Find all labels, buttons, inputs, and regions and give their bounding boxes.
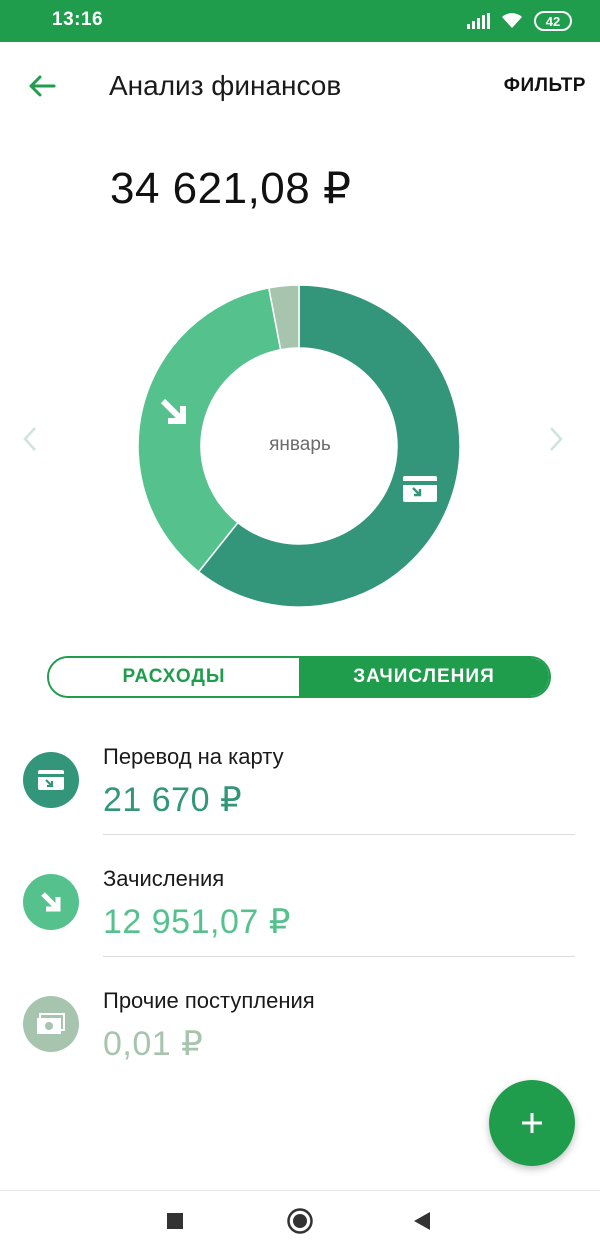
expense-income-toggle: РАСХОДЫ ЗАЧИСЛЕНИЯ (47, 656, 551, 698)
signal-icon (467, 13, 490, 29)
category-name: Перевод на карту (103, 744, 284, 769)
category-name: Прочие поступления (103, 988, 315, 1013)
donut-slice-2[interactable] (137, 286, 282, 573)
back-button[interactable] (22, 66, 62, 106)
wifi-icon (502, 13, 522, 28)
next-month-button[interactable] (548, 425, 578, 465)
cash-icon (37, 1013, 65, 1034)
category-icon-bg (23, 874, 79, 930)
status-icons: 42 (467, 9, 572, 33)
divider (103, 956, 575, 957)
status-time: 13:16 (52, 9, 104, 30)
donut-chart[interactable]: январь (0, 270, 600, 620)
page-title: Анализ финансов (109, 70, 342, 101)
total-amount: 34 621,08 ₽ (110, 164, 352, 213)
recents-button[interactable] (158, 1204, 192, 1238)
list-item-other-income[interactable]: Прочие поступления 0,01 ₽ (0, 964, 600, 1086)
battery-icon: 42 (534, 11, 572, 31)
filter-button[interactable]: ФИЛЬТР (504, 75, 586, 97)
chevron-left-icon (23, 427, 36, 451)
home-button[interactable] (283, 1204, 317, 1238)
list-item-card-transfer[interactable]: Перевод на карту 21 670 ₽ (0, 720, 600, 842)
add-button[interactable] (489, 1080, 575, 1166)
triangle-back-icon (414, 1212, 430, 1230)
status-bar: 13:16 42 (0, 0, 600, 42)
system-nav-bar (0, 1190, 600, 1250)
tab-expenses[interactable]: РАСХОДЫ (49, 658, 299, 696)
back-nav-button[interactable] (405, 1204, 439, 1238)
card-transfer-icon (403, 476, 437, 502)
battery-level: 42 (545, 13, 561, 29)
category-amount: 12 951,07 ₽ (103, 903, 291, 941)
category-icon-bg (23, 752, 79, 808)
arrow-left-icon (29, 75, 56, 97)
category-icon-bg (23, 996, 79, 1052)
category-list: Перевод на карту 21 670 ₽ Зачисления 12 … (0, 720, 600, 1086)
chevron-right-icon (550, 427, 563, 451)
home-circle-icon (287, 1208, 313, 1234)
chart-center-label: январь (269, 434, 331, 455)
previous-month-button[interactable] (22, 425, 52, 465)
category-name: Зачисления (103, 866, 225, 891)
plus-icon (522, 1113, 542, 1133)
square-icon (167, 1213, 183, 1229)
category-amount: 0,01 ₽ (103, 1025, 204, 1063)
tab-income[interactable]: ЗАЧИСЛЕНИЯ (299, 658, 549, 696)
list-item-income[interactable]: Зачисления 12 951,07 ₽ (0, 842, 600, 964)
category-amount: 21 670 ₽ (103, 781, 243, 819)
card-transfer-icon (38, 770, 64, 790)
divider (103, 834, 575, 835)
arrow-down-right-icon (41, 892, 61, 912)
